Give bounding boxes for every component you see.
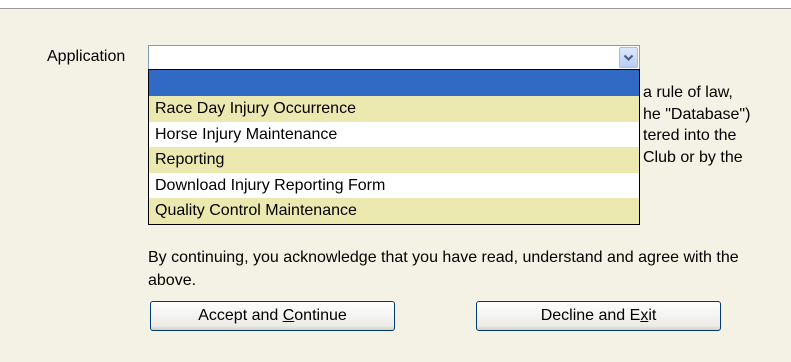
disclaimer-line: he "Database") [643,105,751,123]
disclaimer-line: Club or by the [643,148,743,166]
application-dropdown-list: Race Day Injury Occurrence Horse Injury … [148,69,640,225]
accept-label-mnemonic: C [282,307,295,324]
form-panel: Application a rule of law, he "Database"… [0,8,791,362]
application-select[interactable] [148,45,640,70]
dropdown-arrow-button[interactable] [619,47,638,68]
chevron-down-icon [623,54,634,61]
decline-exit-button[interactable]: Decline and Exit [476,301,721,331]
disclaimer-line: tered into the [643,127,737,144]
decline-label-post: it [648,307,657,324]
dropdown-option-race-day-injury[interactable]: Race Day Injury Occurrence [149,96,639,122]
application-label: Application [47,48,126,65]
accept-continue-button[interactable]: Accept and Continue [150,301,395,331]
dropdown-option-blank[interactable] [149,70,639,96]
acknowledgement-text: By continuing, you acknowledge that you … [148,249,739,289]
accept-label-pre: Accept and [198,307,283,324]
decline-label-pre: Decline and E [540,307,641,324]
disclaimer-text: a rule of law, he "Database") tered into… [643,82,750,168]
dropdown-option-download-form[interactable]: Download Injury Reporting Form [149,173,639,199]
disclaimer-line: a rule of law, [643,84,733,101]
dropdown-option-reporting[interactable]: Reporting [149,147,639,173]
dropdown-option-quality-control[interactable]: Quality Control Maintenance [149,198,639,224]
dropdown-option-horse-injury-maintenance[interactable]: Horse Injury Maintenance [149,122,639,148]
accept-label-post: ontinue [294,307,347,324]
